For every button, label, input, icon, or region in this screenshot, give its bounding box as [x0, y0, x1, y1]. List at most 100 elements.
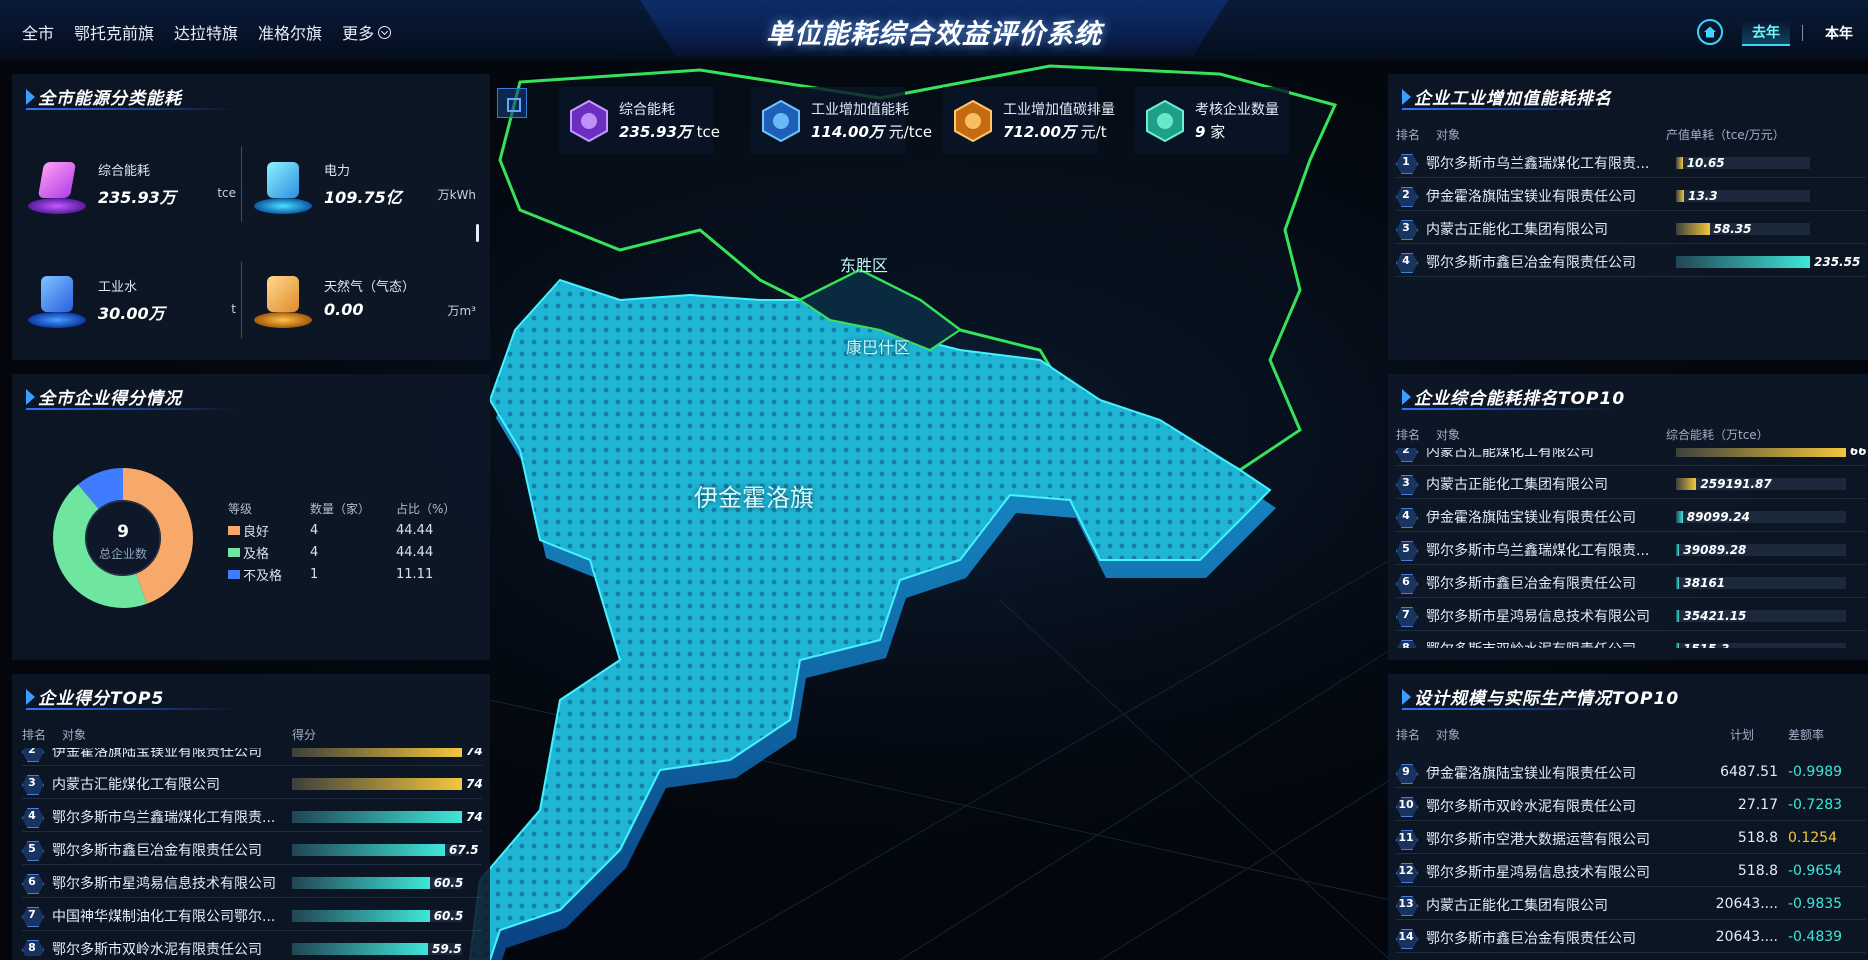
diff-rate-value: -0.9654	[1788, 863, 1843, 879]
value-bar: 60.5	[292, 909, 464, 923]
plan-value: 20643....	[1715, 929, 1778, 945]
col-header-object: 对象	[1436, 428, 1461, 442]
region-nav: 全市 鄂托克前旗 达拉特旗 准格尔旗 更多	[22, 20, 392, 44]
map-toggle-button[interactable]	[497, 88, 527, 118]
company-name: 鄂尔多斯市星鸿易信息技术有限公司	[1426, 865, 1650, 881]
legend-grade: 及格	[243, 546, 270, 562]
rank-badge-icon: 3	[22, 775, 42, 793]
table-row[interactable]: 2 伊金霍洛旗陆宝镁业有限责任公司 74.5	[22, 748, 482, 766]
legend-row[interactable]: 良好 4 44.44	[228, 519, 456, 541]
table-row[interactable]: 11 鄂尔多斯市空港大数据运营有限公司 518.8 0.1254	[1396, 824, 1866, 854]
table-row[interactable]: 6 鄂尔多斯市鑫巨冶金有限责任公司 38161	[1396, 568, 1866, 598]
company-name: 内蒙古正能化工集团有限公司	[1426, 222, 1608, 238]
map-label-kangbashi[interactable]: 康巴什区	[846, 334, 910, 358]
scroll-indicator[interactable]	[476, 224, 479, 242]
legend-row[interactable]: 不及格 1 11.11	[228, 563, 456, 585]
table-row[interactable]: 4 鄂尔多斯市乌兰鑫瑞煤化工有限责... 74.5	[22, 802, 482, 832]
tab-this-year[interactable]: 本年	[1815, 21, 1863, 45]
rank-badge-icon: 4	[1396, 508, 1416, 526]
kpi-card: 工业增加值能耗 114.00万 元/tce	[751, 87, 932, 154]
table-row[interactable]: 5 鄂尔多斯市鑫巨冶金有限责任公司 67.5	[22, 835, 482, 865]
table-row[interactable]: 14 鄂尔多斯市鑫巨冶金有限责任公司 20643.... -0.4839	[1396, 923, 1866, 953]
map-label-dongsheng[interactable]: 东胜区	[840, 252, 888, 276]
company-name: 伊金霍洛旗陆宝镁业有限责任公司	[1426, 189, 1636, 205]
design-list: 9 伊金霍洛旗陆宝镁业有限责任公司 6487.51 -0.9989 10 鄂尔多斯市双岭水…	[1396, 758, 1866, 956]
home-button[interactable]	[1697, 19, 1723, 45]
kpi-unit: tce	[696, 123, 721, 141]
comprehensive-energy-icon	[26, 156, 88, 218]
legend-count: 1	[310, 566, 319, 582]
value-bar: 89099.24	[1676, 511, 1846, 523]
energy-top10-list: 2 内蒙古汇能煤化工有限公司 666657.5 3 内蒙古正能化工集团有限公司 25919…	[1396, 448, 1866, 648]
table-row[interactable]: 1 鄂尔多斯市乌兰鑫瑞煤化工有限责... 10.65	[1396, 148, 1866, 178]
rank-badge-icon: 7	[1396, 607, 1416, 625]
legend-count: 4	[310, 544, 319, 560]
nav-item-etuokeqianqi[interactable]: 鄂托克前旗	[74, 20, 154, 44]
value-bar-fill	[292, 844, 445, 856]
nav-item-zhungeerqi[interactable]: 准格尔旗	[258, 20, 322, 44]
col-header-plan: 计划	[1730, 728, 1755, 742]
rank-number: 4	[1402, 509, 1410, 522]
value-label: 60.5	[433, 876, 464, 890]
divider	[241, 146, 242, 222]
table-row[interactable]: 10 鄂尔多斯市双岭水泥有限责任公司 27.17 -0.7283	[1396, 791, 1866, 821]
table-row[interactable]: 2 内蒙古汇能煤化工有限公司 666657.5	[1396, 448, 1866, 466]
kpi-unit: 元/tce	[888, 123, 933, 141]
table-row[interactable]: 8 鄂尔多斯市双岭水泥有限责任公司 59.5	[22, 934, 482, 956]
energy-item-value: 30.00万	[98, 304, 165, 323]
legend-row[interactable]: 及格 4 44.44	[228, 541, 456, 563]
title-arrow-icon	[26, 388, 35, 405]
table-row[interactable]: 3 内蒙古正能化工集团有限公司 58.35	[1396, 214, 1866, 244]
score-donut-chart[interactable]: 9 总企业数	[50, 465, 196, 611]
value-label: 38161	[1683, 576, 1726, 590]
rank-badge-icon: 8	[1396, 640, 1416, 648]
rank-badge-icon: 4	[1396, 253, 1416, 271]
col-header-energy: 综合能耗（万tce）	[1666, 428, 1769, 442]
table-row[interactable]: 6 鄂尔多斯市星鸿易信息技术有限公司 60.5	[22, 868, 482, 898]
table-row[interactable]: 7 中国神华煤制油化工有限公司鄂尔... 60.5	[22, 901, 482, 931]
table-row[interactable]: 3 内蒙古汇能煤化工有限公司 74.5	[22, 769, 482, 799]
nav-item-city[interactable]: 全市	[22, 20, 54, 44]
table-row[interactable]: 12 鄂尔多斯市星鸿易信息技术有限公司 518.8 -0.9654	[1396, 857, 1866, 887]
legend-grade-cell: 不及格	[228, 565, 310, 584]
table-row[interactable]: 4 鄂尔多斯市鑫巨冶金有限责任公司 235.55	[1396, 247, 1866, 277]
table-row[interactable]: 4 伊金霍洛旗陆宝镁业有限责任公司 89099.24	[1396, 502, 1866, 532]
rank-badge-icon: 5	[1396, 541, 1416, 559]
title-underline	[1402, 408, 1612, 410]
company-name: 鄂尔多斯市空港大数据运营有限公司	[1426, 832, 1650, 848]
tab-last-year[interactable]: 去年	[1742, 20, 1790, 46]
value-label: 60.5	[433, 909, 464, 923]
table-row[interactable]: 8 鄂尔多斯市双岭水泥有限责任公司 1515.3	[1396, 634, 1866, 648]
value-bar-fill	[292, 877, 430, 889]
nav-item-dalateqi[interactable]: 达拉特旗	[174, 20, 238, 44]
value-label: 10.65	[1686, 156, 1725, 170]
rank-badge-icon: 1	[1396, 154, 1416, 172]
value-bar: 666657.5	[1676, 448, 1866, 457]
value-label: 666657.5	[1850, 448, 1866, 458]
rank-number: 10	[1398, 798, 1414, 811]
energy-icon	[569, 99, 609, 143]
table-row[interactable]: 5 鄂尔多斯市乌兰鑫瑞煤化工有限责... 39089.28	[1396, 535, 1866, 565]
rank-badge-icon: 7	[22, 907, 42, 925]
value-bar-fill	[1676, 511, 1683, 523]
rank-number: 8	[28, 941, 36, 954]
table-row[interactable]: 13 内蒙古正能化工集团有限公司 20643.... -0.9835	[1396, 890, 1866, 920]
rank-badge-icon: 11	[1396, 830, 1416, 848]
design-vs-production-panel: 设计规模与实际生产情况TOP10 排名 对象 计划 差额率 9 伊金霍洛旗陆宝镁业…	[1388, 674, 1868, 960]
title-underline	[26, 708, 236, 710]
rank-number: 7	[28, 908, 36, 921]
value-label: 74.5	[466, 810, 482, 824]
map-label-yijinhuoluo[interactable]: 伊金霍洛旗	[694, 478, 814, 513]
table-row[interactable]: 9 伊金霍洛旗陆宝镁业有限责任公司 6487.51 -0.9989	[1396, 758, 1866, 788]
table-row[interactable]: 7 鄂尔多斯市星鸿易信息技术有限公司 35421.15	[1396, 601, 1866, 631]
company-name: 内蒙古正能化工集团有限公司	[1426, 477, 1608, 493]
nav-more-dropdown[interactable]: 更多	[342, 20, 392, 44]
company-name: 内蒙古正能化工集团有限公司	[1426, 898, 1608, 914]
rank-number: 2	[28, 748, 36, 756]
legend-header: 等级 数量（家） 占比（%）	[228, 497, 456, 519]
rank-number: 8	[1402, 641, 1410, 648]
table-row[interactable]: 3 内蒙古正能化工集团有限公司 259191.87	[1396, 469, 1866, 499]
table-row[interactable]: 2 伊金霍洛旗陆宝镁业有限责任公司 13.3	[1396, 181, 1866, 211]
panel-title: 企业得分TOP5	[26, 684, 164, 709]
value-bar: 10.65	[1676, 157, 1810, 169]
